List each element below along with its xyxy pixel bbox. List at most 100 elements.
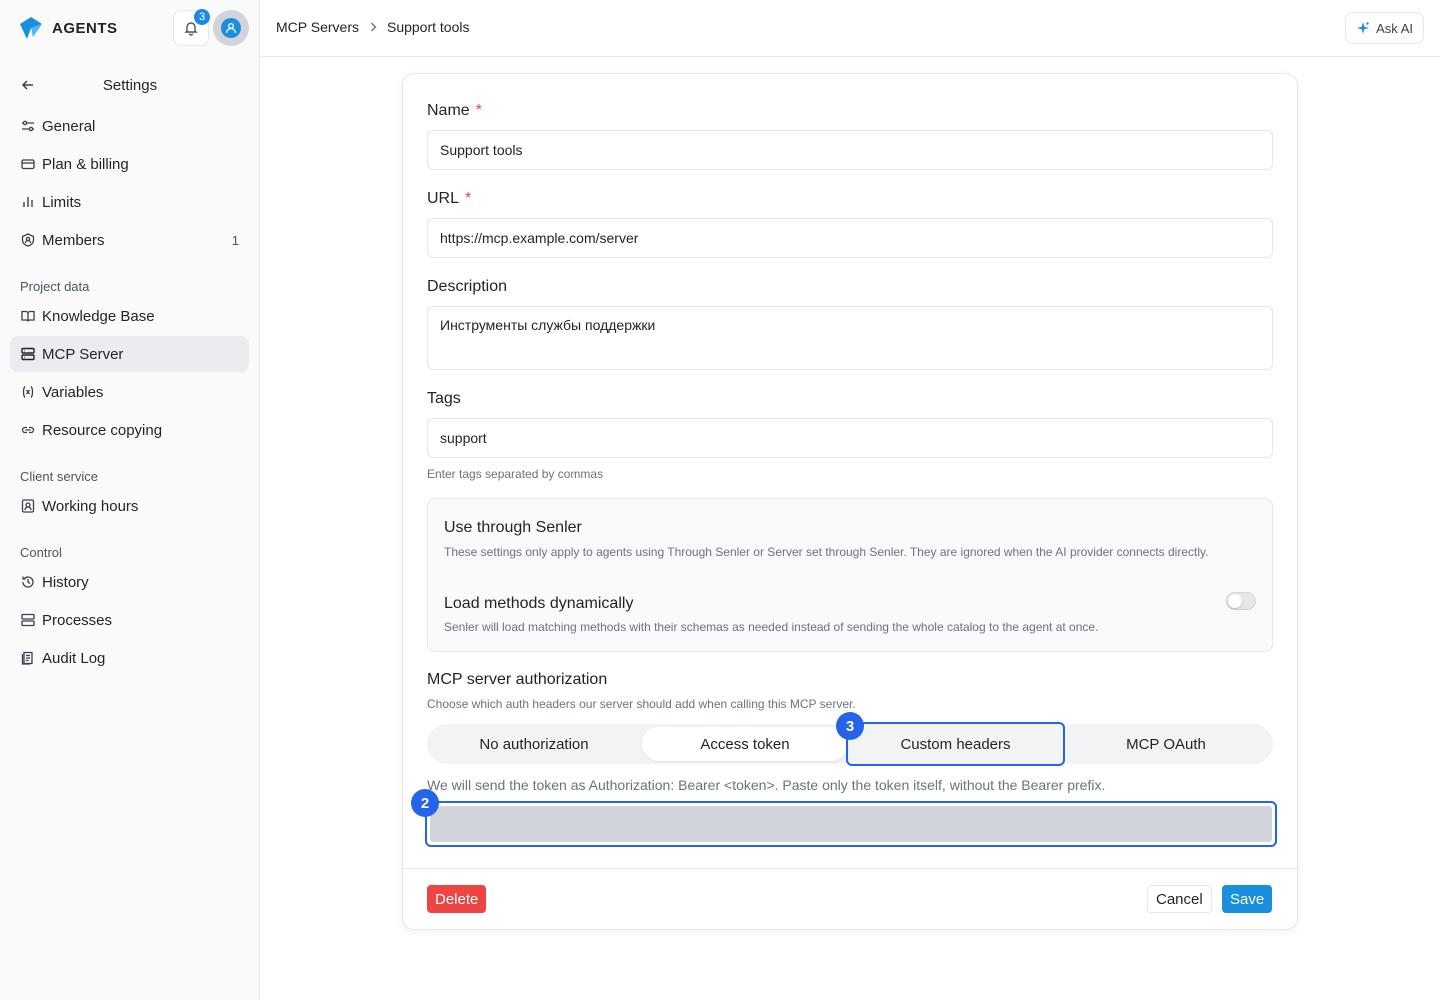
cancel-button[interactable]: Cancel (1147, 885, 1212, 913)
description-label: Description (427, 278, 508, 295)
settings-header: Settings (10, 70, 250, 100)
access-token-value (430, 806, 1272, 842)
auth-title: MCP server authorization (427, 671, 608, 688)
ask-ai-label: Ask AI (1376, 20, 1413, 36)
agents-logo-icon (20, 17, 42, 39)
auth-option-access-token[interactable]: Access token (642, 727, 848, 761)
access-token-input[interactable] (425, 801, 1277, 847)
name-input[interactable]: Support tools (427, 130, 1273, 170)
sidebar-item-label: MCP Server (42, 345, 124, 363)
avatar (221, 18, 241, 38)
processes-icon (20, 612, 36, 628)
url-input[interactable]: https://mcp.example.com/server (427, 218, 1273, 258)
sidebar-item-label: Limits (42, 193, 82, 211)
annotation-marker-custom-headers: 3 (836, 712, 864, 740)
sidebar-item-mcp-server[interactable]: MCP Server (10, 336, 249, 372)
link-icon (20, 422, 36, 438)
delete-button[interactable]: Delete (427, 885, 487, 913)
audit-log-icon (20, 650, 36, 666)
sidebar-item-label: Processes (42, 611, 113, 629)
sidebar-item-label: Members (42, 231, 105, 249)
bar-chart-icon (20, 194, 36, 210)
senler-title: Use through Senler (444, 519, 582, 536)
url-input-value: https://mcp.example.com/server (440, 230, 639, 246)
arrow-left-icon (21, 80, 33, 90)
footer-divider (403, 868, 1297, 869)
sliders-icon (20, 118, 36, 134)
clock-badge-icon (20, 498, 36, 514)
sidebar-item-limits[interactable]: Limits (10, 184, 249, 220)
notification-badge: 3 (194, 9, 210, 25)
sidebar-item-label: General (42, 117, 96, 135)
sidebar-item-members[interactable]: Members 1 (10, 222, 249, 258)
name-label: Name * (427, 102, 482, 120)
save-button[interactable]: Save (1222, 885, 1273, 913)
tags-hint: Enter tags separated by commas (427, 467, 604, 481)
sidebar-item-resource-copying[interactable]: Resource copying (10, 412, 249, 448)
brand-name: AGENTS (52, 19, 118, 37)
brand-logo[interactable]: AGENTS (18, 14, 118, 42)
settings-title: Settings (102, 76, 158, 94)
user-avatar-button[interactable] (213, 10, 249, 46)
sidebar-item-knowledge-base[interactable]: Knowledge Base (10, 298, 249, 334)
sidebar-item-label: Variables (42, 383, 104, 401)
toggle-knob (1228, 594, 1242, 608)
variable-icon (20, 384, 36, 400)
sidebar-item-general[interactable]: General (10, 108, 249, 144)
book-icon (20, 308, 36, 324)
sidebar: AGENTS 3 Settings General Plan & billing… (0, 0, 260, 1000)
section-title-client-service: Client service (20, 469, 99, 484)
shield-user-icon (20, 232, 36, 248)
breadcrumb: MCP Servers Support tools (276, 19, 469, 35)
breadcrumb-current: Support tools (386, 19, 470, 35)
auth-option-mcp-oauth[interactable]: MCP OAuth (1063, 727, 1269, 761)
breadcrumb-mcp-servers[interactable]: MCP Servers (276, 19, 359, 35)
tags-input-value: support (440, 430, 487, 446)
name-label-text: Name (427, 102, 470, 119)
tags-input[interactable]: support (427, 418, 1273, 458)
sparkle-icon (1357, 22, 1370, 34)
senler-description: These settings only apply to agents usin… (444, 545, 1209, 559)
url-label-text: URL (427, 190, 460, 207)
sidebar-item-variables[interactable]: Variables (10, 374, 249, 410)
name-input-value: Support tools (440, 142, 523, 158)
server-icon (20, 346, 36, 362)
description-value: Инструменты службы поддержки (440, 317, 656, 333)
sidebar-item-audit-log[interactable]: Audit Log (10, 640, 249, 676)
required-mark: * (475, 102, 482, 119)
top-bar: MCP Servers Support tools Ask AI (260, 0, 1440, 57)
sidebar-item-label: History (42, 573, 89, 591)
dynamic-methods-description: Senler will load matching methods with t… (444, 620, 1099, 634)
chevron-right-icon (370, 22, 377, 32)
back-button[interactable] (20, 77, 36, 98)
sidebar-item-label: Knowledge Base (42, 307, 155, 325)
members-count: 1 (231, 232, 239, 248)
url-label: URL * (427, 190, 471, 208)
sidebar-item-label: Resource copying (42, 421, 163, 439)
sidebar-item-label: Audit Log (42, 649, 106, 667)
sidebar-item-history[interactable]: History (10, 564, 249, 600)
sidebar-item-label: Working hours (42, 497, 139, 515)
dynamic-methods-toggle[interactable] (1226, 592, 1256, 610)
required-mark: * (465, 190, 472, 207)
user-icon (225, 23, 237, 34)
auth-option-no-authorization[interactable]: No authorization (431, 727, 637, 761)
section-title-project-data: Project data (20, 279, 90, 294)
annotation-marker-token-field: 2 (411, 789, 439, 817)
senler-settings-panel: Use through Senler These settings only a… (427, 498, 1273, 652)
credit-card-icon (20, 156, 36, 172)
auth-option-custom-headers[interactable]: Custom headers (846, 722, 1065, 766)
sidebar-item-plan-billing[interactable]: Plan & billing (10, 146, 249, 182)
tags-label: Tags (427, 390, 461, 407)
dynamic-methods-title: Load methods dynamically (444, 595, 634, 612)
ask-ai-button[interactable]: Ask AI (1345, 12, 1424, 44)
auth-description: Choose which auth headers our server sho… (427, 697, 856, 711)
sidebar-item-label: Plan & billing (42, 155, 129, 173)
sidebar-item-working-hours[interactable]: Working hours (10, 488, 249, 524)
history-icon (20, 574, 36, 590)
mcp-server-form: Name * Support tools URL * https://mcp.exa… (402, 73, 1298, 930)
section-title-control: Control (20, 545, 62, 560)
token-instructions: We will send the token as Authorization:… (427, 777, 1106, 793)
description-textarea[interactable]: Инструменты службы поддержки (427, 306, 1273, 370)
sidebar-item-processes[interactable]: Processes (10, 602, 249, 638)
